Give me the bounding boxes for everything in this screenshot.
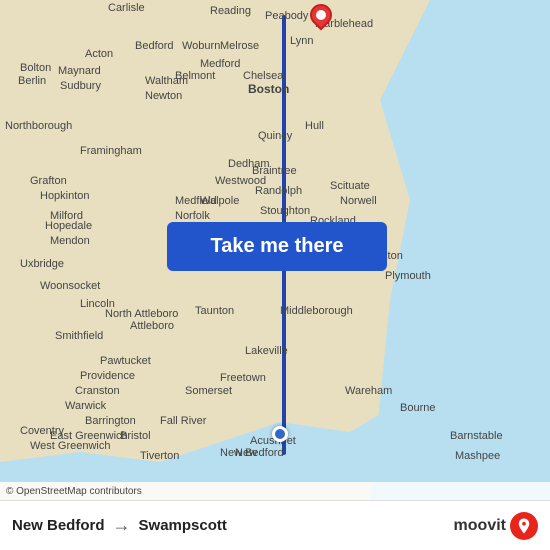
bottom-bar: New Bedford → Swampscott moovit (0, 500, 550, 550)
arrow-icon: → (113, 515, 131, 536)
moovit-icon (510, 512, 538, 540)
map-attribution: © OpenStreetMap contributors (0, 482, 550, 500)
destination-pin (310, 4, 334, 36)
moovit-text: moovit (454, 517, 506, 535)
moovit-logo: moovit (454, 512, 538, 540)
map-container: Take me there CarlisleNewtonReadingPeabo… (0, 0, 550, 500)
route-info: New Bedford → Swampscott (12, 515, 227, 536)
origin-pin (272, 426, 288, 442)
destination-label: Swampscott (139, 517, 227, 534)
take-me-there-button[interactable]: Take me there (167, 222, 387, 271)
origin-label: New Bedford (12, 517, 105, 534)
